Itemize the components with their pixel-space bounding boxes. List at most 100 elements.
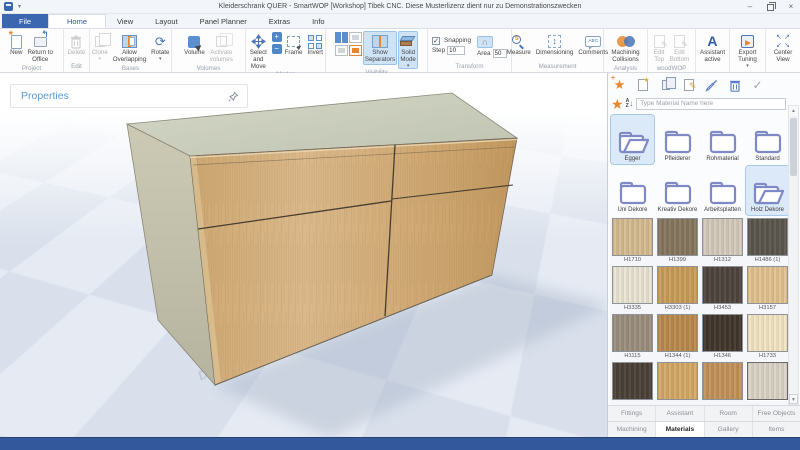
area-snap-button[interactable]: ∩: [477, 36, 493, 48]
swatch-h3453[interactable]: H3453: [700, 266, 745, 314]
edit-material-icon[interactable]: ✎: [681, 78, 696, 93]
tab-machining[interactable]: Machining: [608, 422, 656, 437]
swatch-h1346[interactable]: H1346: [700, 314, 745, 362]
scrollbar-thumb[interactable]: [790, 118, 797, 176]
snapping-checkbox[interactable]: ✓: [432, 37, 440, 45]
sort-az-icon[interactable]: AZ ↓: [626, 99, 634, 109]
viewport-3d[interactable]: Dresser: [0, 73, 608, 437]
new-button[interactable]: ★ New: [8, 31, 24, 58]
rotate-button[interactable]: ⟳ Rotate ▾: [149, 31, 171, 62]
volume-button[interactable]: Volume: [182, 31, 207, 58]
folder-pfleiderer[interactable]: Pfleiderer: [655, 114, 700, 165]
swatch-h3335[interactable]: H3335: [610, 266, 655, 314]
eyedropper-icon[interactable]: [704, 78, 719, 93]
favorite-add-icon[interactable]: ★+: [612, 78, 627, 93]
favorites-filter-icon[interactable]: ★: [611, 97, 624, 111]
app-icon[interactable]: [4, 2, 13, 11]
material-search-input[interactable]: [636, 98, 786, 110]
swatch-h1399[interactable]: H1399: [655, 218, 700, 266]
swatch-row4-2[interactable]: [655, 362, 700, 405]
folder-kreativ-dekore[interactable]: Kreativ Dekore: [655, 165, 700, 216]
confirm-icon[interactable]: ✓: [750, 78, 765, 93]
swatch-h1312[interactable]: H1312: [700, 218, 745, 266]
measure-button[interactable]: S Measure: [505, 31, 533, 58]
properties-panel-header[interactable]: Properties: [10, 84, 248, 108]
return-to-office-icon: ↰: [34, 33, 47, 50]
folder-standard[interactable]: Standard: [745, 114, 790, 165]
activate-volumes-button[interactable]: Activate volumes: [208, 31, 235, 65]
open-folder-icon: [752, 180, 784, 206]
edit-top-button[interactable]: ✎ Edit Top: [652, 31, 667, 65]
step-input[interactable]: [447, 46, 465, 55]
tab-free-objects[interactable]: Free Objects: [753, 406, 800, 421]
swatch-h1733[interactable]: H1733: [745, 314, 790, 362]
snapping-label: Snapping: [444, 37, 471, 44]
edit-bottom-button[interactable]: ✎ Edit Bottom: [668, 31, 692, 65]
subtract-mode-button[interactable]: −: [272, 44, 282, 54]
tab-items[interactable]: Items: [753, 422, 800, 437]
smartwop-window: ▾ Kleiderschrank QUER - SmartWOP [Worksh…: [0, 0, 800, 450]
solid-mode-button[interactable]: Solid Mode ▾: [398, 31, 418, 69]
select-and-move-button[interactable]: Select and Move: [246, 31, 271, 71]
swatch-h1344[interactable]: H1344 (1): [655, 314, 700, 362]
invert-button[interactable]: Invert: [306, 31, 325, 58]
tab-gallery[interactable]: Gallery: [705, 422, 753, 437]
show-separators-button[interactable]: Show Separators: [363, 31, 397, 65]
rotate-caret-icon: ▾: [159, 57, 162, 61]
tab-panel-planner[interactable]: Panel Planner: [189, 14, 258, 28]
dimensioning-button[interactable]: ↕ Dimensioning: [534, 31, 576, 58]
tab-assistant[interactable]: Assistant: [656, 406, 704, 421]
assistant-active-button[interactable]: A Assistant active: [698, 31, 727, 65]
tab-materials[interactable]: Materials: [656, 422, 704, 437]
tab-fittings[interactable]: Fittings: [608, 406, 656, 421]
delete-material-icon[interactable]: [727, 78, 742, 93]
frame-button[interactable]: Frame: [283, 31, 305, 58]
tab-home[interactable]: Home: [48, 14, 106, 28]
add-mode-button[interactable]: +: [272, 32, 282, 42]
ribbon-group-visibility: Show Separators Solid Mode ▾ Visibility: [326, 29, 428, 72]
zoom-buttons: + −: [272, 31, 282, 55]
tab-info[interactable]: Info: [301, 14, 336, 28]
machining-collisions-button[interactable]: Machining Collisions: [609, 31, 641, 65]
scroll-down-icon[interactable]: ▼: [789, 394, 798, 404]
dresser-model[interactable]: [0, 73, 608, 437]
copy-material-icon[interactable]: [658, 78, 673, 93]
restore-button[interactable]: [767, 4, 774, 11]
show-outline-toggle[interactable]: [349, 32, 362, 43]
swatch-row4-1[interactable]: [610, 362, 655, 405]
folder-holz-dekore[interactable]: Holz Dekore: [745, 165, 790, 216]
show-carcass-toggle[interactable]: [335, 45, 348, 56]
clone-button[interactable]: Clone ▾: [90, 31, 110, 62]
swatch-h3303[interactable]: H3303 (1): [655, 266, 700, 314]
swatch-row4-3[interactable]: [700, 362, 745, 405]
export-caret-icon: ▾: [746, 64, 749, 68]
new-material-icon[interactable]: ★: [635, 78, 650, 93]
export-tuning-button[interactable]: Export Tuning ▾: [736, 31, 759, 69]
tab-room[interactable]: Room: [705, 406, 753, 421]
delete-button[interactable]: Delete: [66, 31, 88, 58]
minimize-button[interactable]: –: [745, 0, 755, 14]
tab-extras[interactable]: Extras: [258, 14, 301, 28]
folder-rohmaterial[interactable]: Rohmaterial: [700, 114, 745, 165]
folder-uni-dekore[interactable]: Uni Dekore: [610, 165, 655, 216]
quick-access-caret-icon[interactable]: ▾: [18, 3, 21, 10]
scroll-up-icon[interactable]: ▲: [789, 106, 798, 116]
close-button[interactable]: ×: [786, 0, 796, 14]
show-fronts-toggle[interactable]: [349, 45, 362, 56]
swatch-h3157[interactable]: H3157: [745, 266, 790, 314]
swatch-h1486[interactable]: H1486 (1): [745, 218, 790, 266]
tab-file[interactable]: File: [2, 14, 48, 28]
return-to-office-button[interactable]: ↰ Return to Office: [25, 31, 54, 65]
allow-overlapping-button[interactable]: Allow Overlapping: [111, 31, 148, 65]
center-view-button[interactable]: ↖↗ ↙↘ Center View: [772, 31, 795, 65]
swatch-row4-4[interactable]: [745, 362, 790, 405]
folder-arbeitsplatten[interactable]: Arbeitsplatten: [700, 165, 745, 216]
folder-egger[interactable]: Egger: [610, 114, 655, 165]
tab-view[interactable]: View: [106, 14, 144, 28]
swatch-h1115[interactable]: H1115: [610, 314, 655, 362]
pin-icon[interactable]: [228, 91, 239, 102]
show-panels-toggle[interactable]: [335, 32, 348, 43]
tab-layout[interactable]: Layout: [144, 14, 189, 28]
materials-scrollbar[interactable]: ▲ ▼: [788, 105, 799, 405]
swatch-h1710[interactable]: H1710: [610, 218, 655, 266]
